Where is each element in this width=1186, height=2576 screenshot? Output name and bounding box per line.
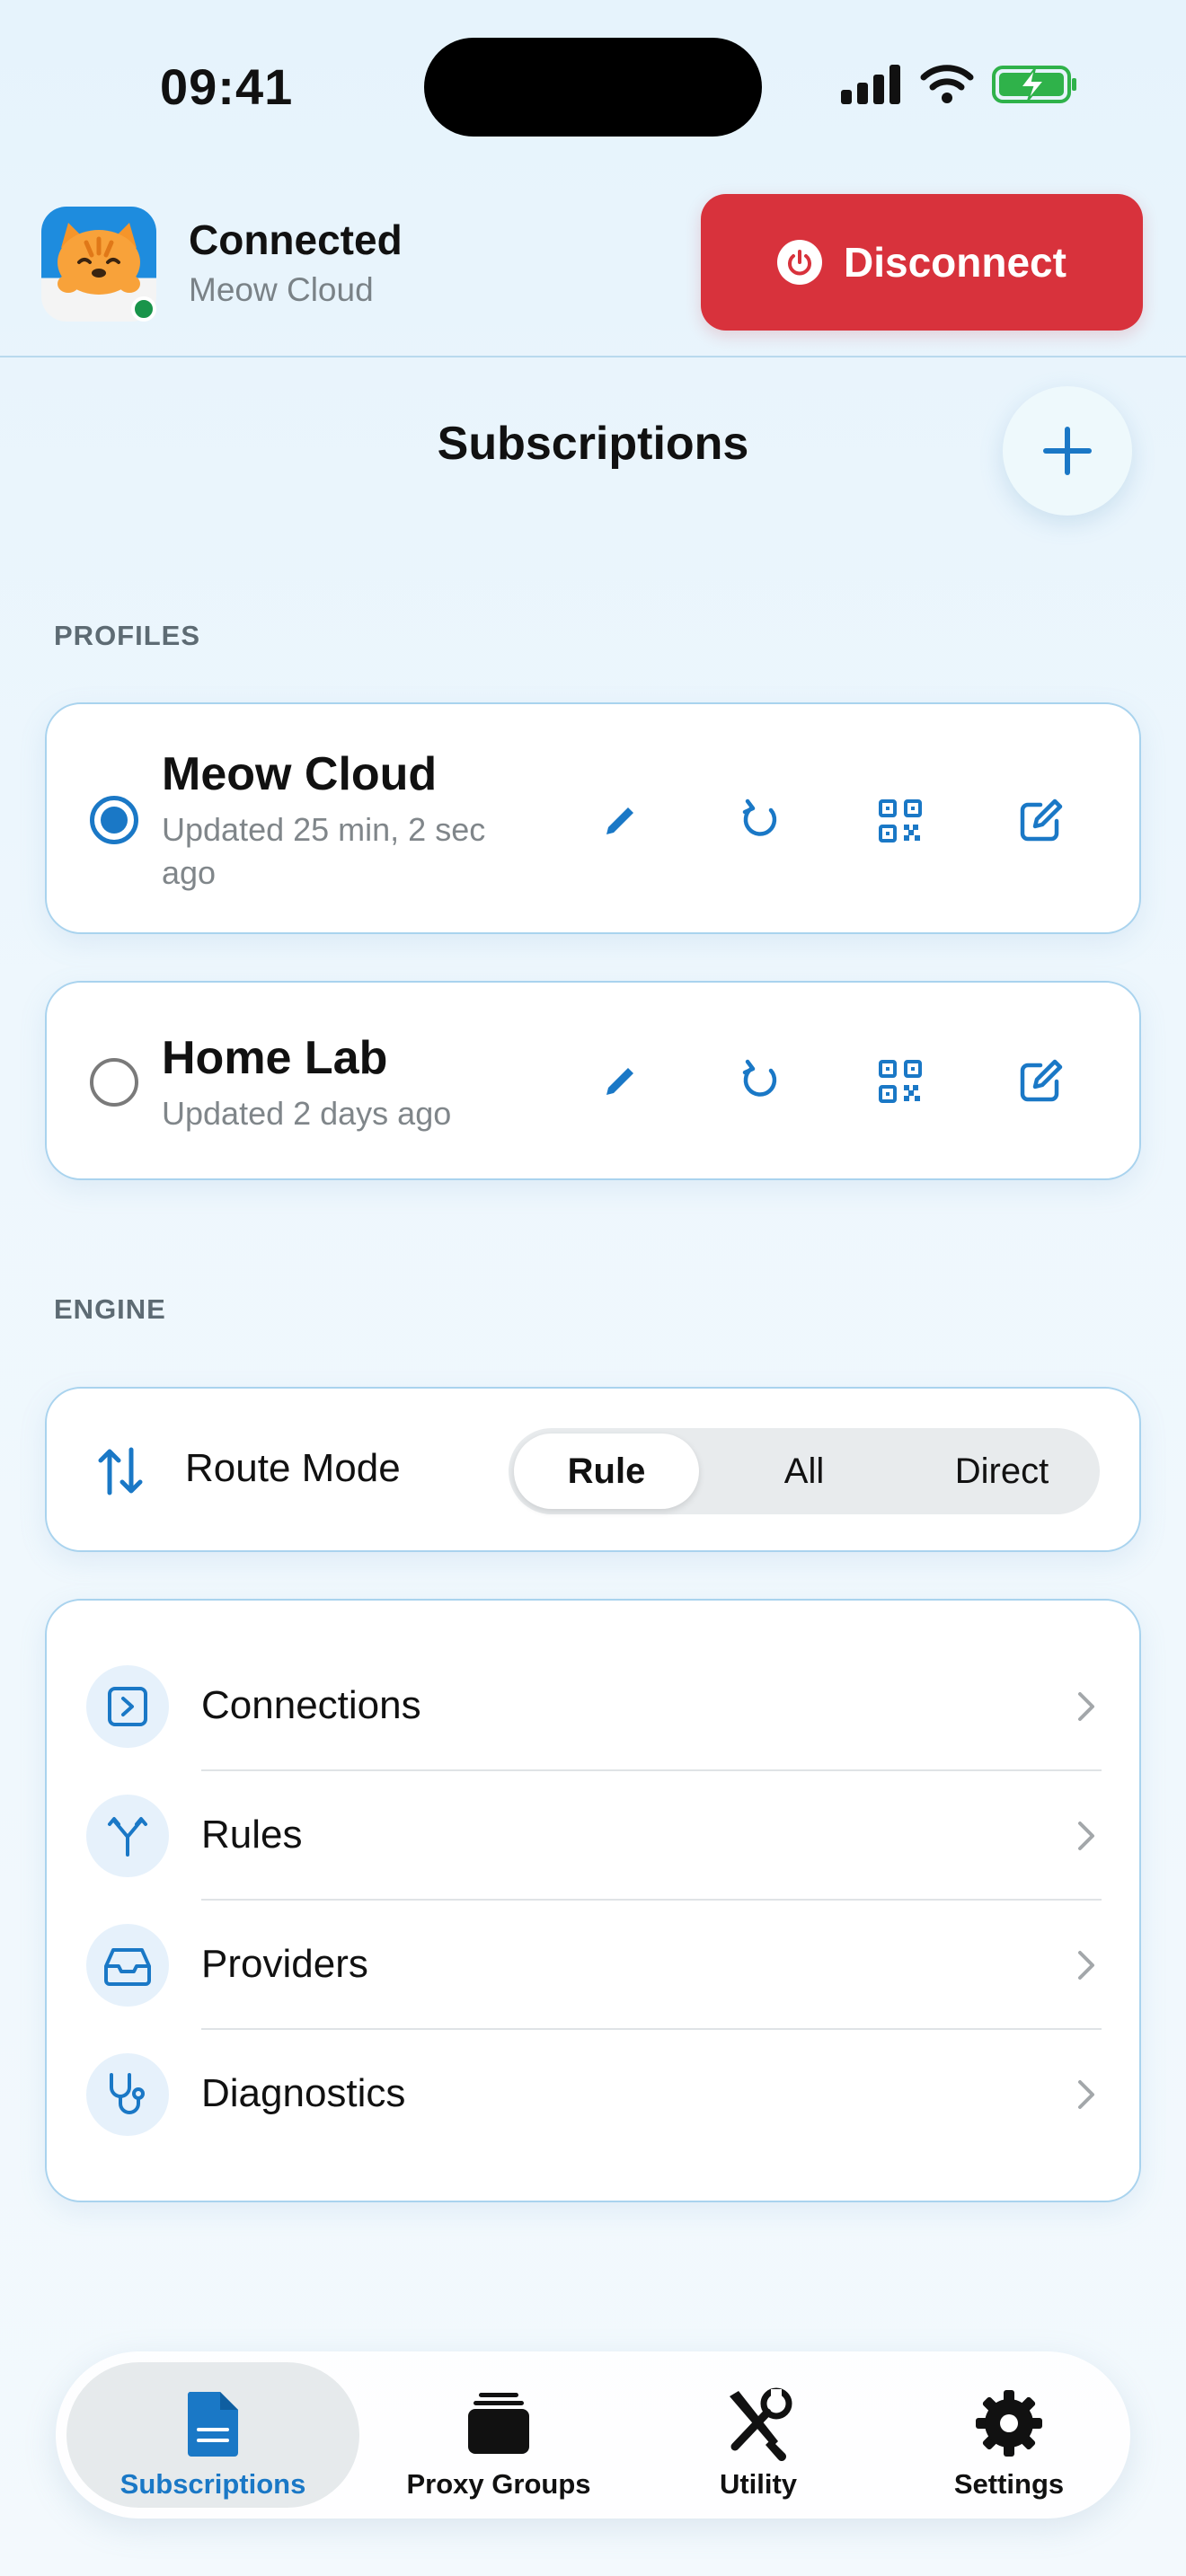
inbox-tray-icon	[86, 1924, 169, 2007]
profile-card-home-lab[interactable]: Home Lab Updated 2 days ago	[45, 981, 1141, 1180]
nav-row-label: Rules	[201, 1813, 303, 1857]
route-mode-segmented-control: Rule All Direct	[509, 1428, 1100, 1514]
qr-code-button[interactable]	[857, 1038, 943, 1125]
chevron-right-icon	[1078, 1822, 1094, 1850]
refresh-profile-button[interactable]	[717, 1038, 803, 1125]
tools-icon	[721, 2386, 796, 2461]
disconnect-label: Disconnect	[844, 239, 1067, 286]
nav-row-rules[interactable]: Rules	[47, 1771, 1143, 1901]
tab-utility[interactable]: Utility	[643, 2362, 873, 2508]
edit-profile-button[interactable]	[997, 778, 1084, 864]
connection-status-dot	[131, 296, 156, 322]
tab-settings[interactable]: Settings	[897, 2362, 1121, 2508]
connection-status: Connected	[189, 216, 403, 263]
chevron-right-icon	[1078, 1692, 1094, 1721]
route-mode-label: Route Mode	[185, 1446, 401, 1490]
refresh-icon	[742, 798, 777, 836]
refresh-profile-button[interactable]	[717, 778, 803, 864]
tab-label: Settings	[953, 2468, 1065, 2500]
profile-name: Meow Cloud	[162, 748, 438, 800]
refresh-icon	[742, 1059, 777, 1097]
tab-proxy-groups[interactable]: Proxy Groups	[379, 2362, 618, 2508]
cellular-signal-icon	[841, 65, 902, 104]
profile-name: Home Lab	[162, 1032, 388, 1084]
header-divider	[0, 356, 1186, 357]
tab-label: Subscriptions	[119, 2468, 306, 2500]
stack-icon	[461, 2386, 536, 2461]
rename-profile-button[interactable]	[577, 778, 663, 864]
route-arrows-icon	[98, 1447, 143, 1495]
profile-updated: Updated 25 min, 2 sec ago	[162, 811, 486, 891]
chevron-right-icon	[1078, 1951, 1094, 1980]
stethoscope-icon	[86, 2053, 169, 2136]
route-mode-card: Route Mode Rule All Direct	[45, 1387, 1141, 1552]
disconnect-button[interactable]: Disconnect	[701, 194, 1143, 331]
nav-row-label: Connections	[201, 1683, 421, 1727]
plus-icon	[1043, 427, 1092, 475]
route-mode-rule[interactable]: Rule	[514, 1434, 699, 1509]
qr-code-icon	[879, 1060, 922, 1103]
power-icon	[777, 240, 823, 285]
nav-row-connections[interactable]: Connections	[47, 1642, 1143, 1771]
qr-code-icon	[879, 799, 922, 842]
chevron-right-icon	[1078, 2080, 1094, 2109]
edit-profile-button[interactable]	[997, 1038, 1084, 1125]
profile-radio-selected[interactable]	[90, 796, 138, 844]
wifi-icon	[920, 65, 974, 103]
tab-label: Utility	[719, 2468, 798, 2500]
nav-row-label: Providers	[201, 1942, 368, 1986]
edit-square-icon	[1020, 798, 1063, 842]
rename-profile-button[interactable]	[577, 1038, 663, 1125]
nav-row-diagnostics[interactable]: Diagnostics	[47, 2030, 1143, 2159]
profile-radio-unselected[interactable]	[90, 1058, 138, 1107]
engine-section-label: ENGINE	[54, 1293, 166, 1325]
dynamic-island	[424, 38, 762, 137]
active-profile-name: Meow Cloud	[189, 271, 374, 308]
battery-charging-icon	[992, 66, 1076, 103]
pencil-icon	[606, 1068, 633, 1095]
tab-label: Proxy Groups	[406, 2468, 591, 2500]
nav-row-label: Diagnostics	[201, 2071, 406, 2115]
document-icon	[175, 2386, 251, 2461]
profile-updated: Updated 2 days ago	[162, 1095, 452, 1132]
route-mode-direct[interactable]: Direct	[909, 1434, 1094, 1509]
engine-nav-list: Connections Rules Providers Diagnostics	[45, 1599, 1141, 2202]
pencil-icon	[606, 807, 633, 834]
add-subscription-button[interactable]	[1003, 386, 1132, 516]
qr-code-button[interactable]	[857, 778, 943, 864]
route-mode-all[interactable]: All	[712, 1434, 897, 1509]
status-time: 09:41	[160, 58, 294, 115]
profile-card-meow-cloud[interactable]: Meow Cloud Updated 25 min, 2 sec ago	[45, 702, 1141, 934]
edit-square-icon	[1020, 1059, 1063, 1102]
tab-bar: Subscriptions Proxy Groups Utility Setti…	[56, 2351, 1130, 2519]
gear-icon	[971, 2386, 1047, 2461]
terminal-square-icon	[86, 1665, 169, 1748]
nav-row-providers[interactable]: Providers	[47, 1901, 1143, 2030]
profiles-section-label: PROFILES	[54, 620, 201, 651]
tab-subscriptions[interactable]: Subscriptions	[66, 2362, 359, 2508]
fork-icon	[86, 1795, 169, 1877]
